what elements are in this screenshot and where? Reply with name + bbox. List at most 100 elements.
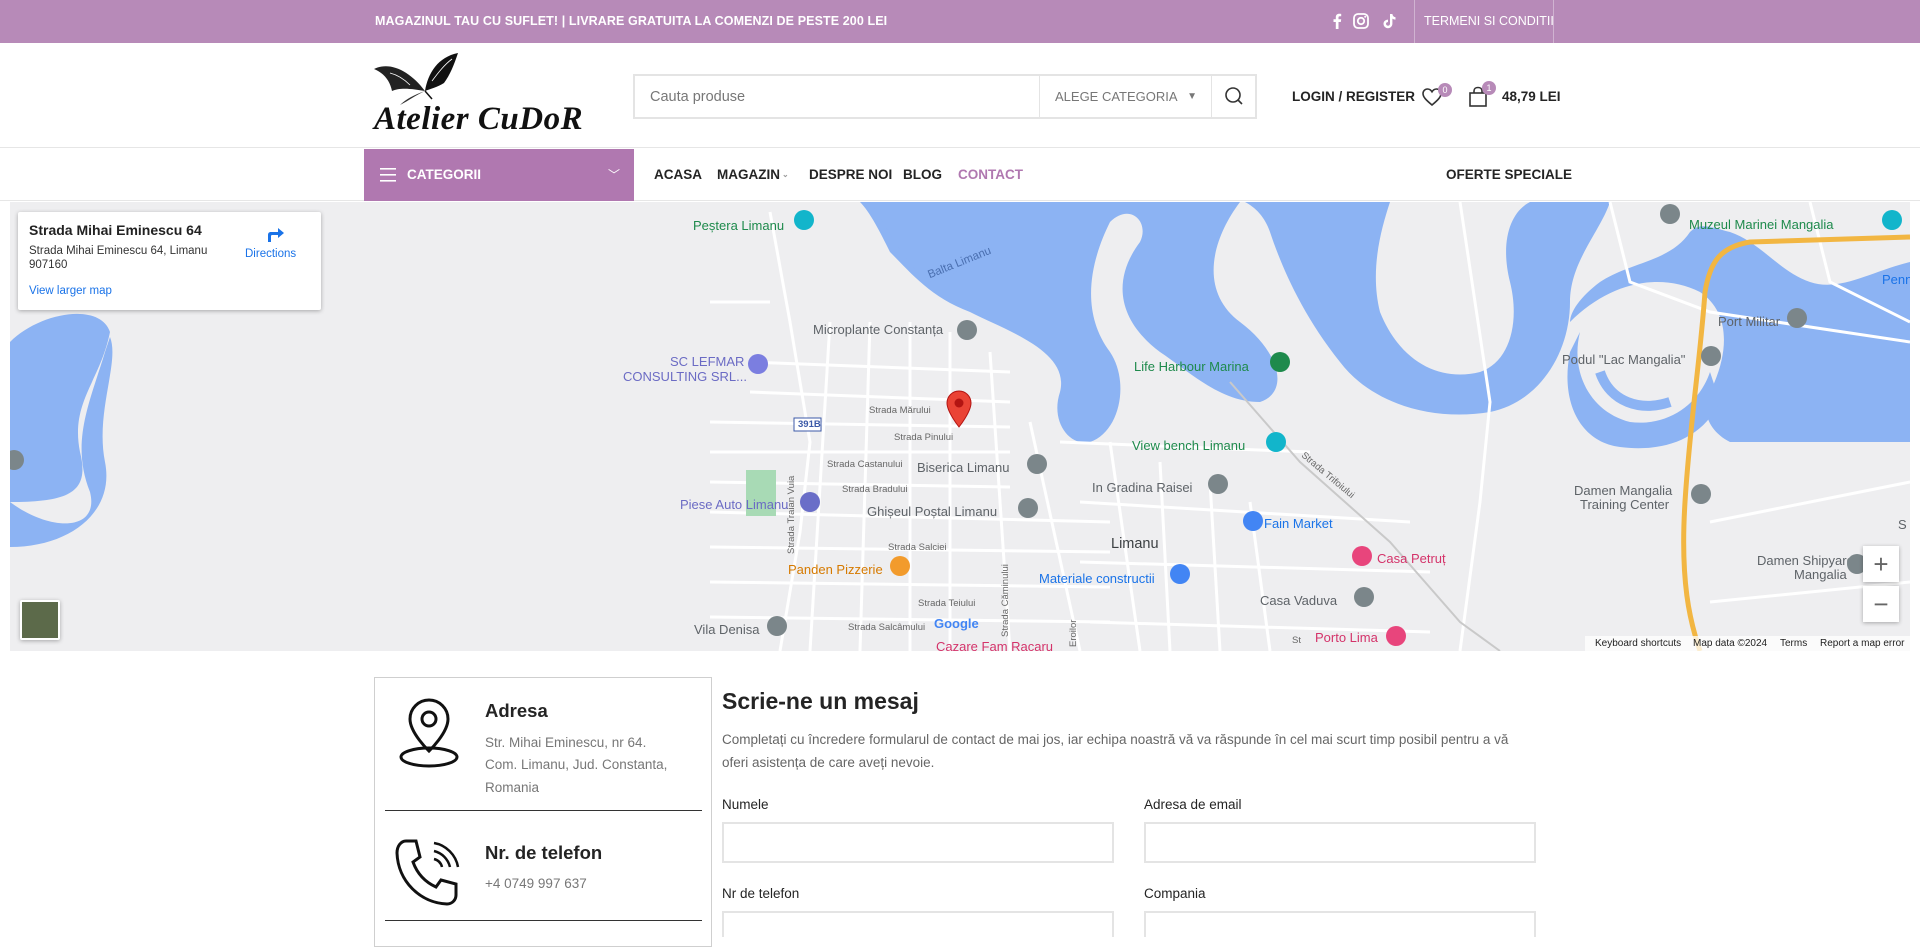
marina-pin-icon[interactable] [1270,352,1290,372]
divider [385,920,702,921]
map-label[interactable]: Training Center [1580,497,1669,512]
nav-contact[interactable]: CONTACT [958,149,1023,201]
map-label[interactable]: Piese Auto Limanu [680,497,788,512]
category-select[interactable]: ALEGE CATEGORIA ▼ [1039,76,1211,117]
category-select-label: ALEGE CATEGORIA [1055,89,1178,104]
name-field[interactable] [722,822,1114,863]
street-label: Strada Castanului [827,459,903,470]
map-label[interactable]: Peștera Limanu [693,218,784,233]
wishlist-count-badge: 0 [1438,83,1452,97]
camera-pin-icon[interactable] [1266,432,1286,452]
place-pin-icon[interactable] [1691,484,1711,504]
map-label[interactable]: Biserica Limanu [917,460,1010,475]
street-label: Strada Traian Vuia [786,475,797,554]
zoom-in-button[interactable]: + [1863,546,1899,582]
nav-acasa[interactable]: ACASA [654,149,702,201]
map-label[interactable]: Damen Shipyards [1757,553,1860,568]
map-label[interactable]: In Gradina Raisei [1092,480,1192,495]
nav-despre-noi[interactable]: DESPRE NOI [809,149,892,201]
map-label[interactable]: SC LEFMAR [670,354,744,369]
map-label[interactable]: Damen Mangalia [1574,483,1672,498]
camera-pin-icon[interactable] [794,210,814,230]
google-logo: Google [934,616,979,631]
street-label: Strada Salciei [888,542,947,553]
place-pin-icon[interactable] [957,320,977,340]
bolt-pin-icon[interactable] [748,354,768,374]
place-pin-icon[interactable] [1208,474,1228,494]
view-larger-map-link[interactable]: View larger map [29,285,112,297]
search-input[interactable] [635,76,1039,117]
map-label[interactable]: Cazare Fam Racaru [936,639,1053,651]
map-label[interactable]: Mangalia [1794,567,1847,582]
wishlist-button[interactable]: 0 [1420,83,1452,109]
facebook-icon[interactable] [1328,12,1346,30]
company-field[interactable] [1144,911,1536,937]
map-label[interactable]: Ghișeul Poștal Limanu [867,504,997,519]
map-terms-link[interactable]: Terms [1780,637,1807,651]
instagram-icon[interactable] [1352,12,1370,30]
satellite-toggle[interactable] [20,600,60,640]
phone-field[interactable] [722,911,1114,937]
logo-text: Atelier CuDoR [374,101,584,137]
parking-pin-icon[interactable] [800,492,820,512]
map-label[interactable]: View bench Limanu [1132,438,1245,453]
hotel-pin-icon[interactable] [1352,546,1372,566]
promo-text: MAGAZINUL TAU CU SUFLET! | LIVRARE GRATU… [375,14,888,28]
museum-pin-icon[interactable] [1660,204,1680,224]
map-label[interactable]: Podul "Lac Mangalia" [1562,352,1685,367]
nav-oferte-speciale[interactable]: OFERTE SPECIALE [1446,149,1572,201]
map-label[interactable]: Vila Denisa [694,622,760,637]
email-field[interactable] [1144,822,1536,863]
street-label: Strada Pinului [894,432,954,443]
location-marker-icon[interactable] [946,390,972,428]
map-label[interactable]: Penn [1882,272,1910,287]
map-label[interactable]: Casa Petruț [1377,551,1446,566]
map-label[interactable]: Fain Market [1264,516,1333,531]
directions-icon[interactable] [264,224,286,246]
shopping-pin-icon[interactable] [1170,564,1190,584]
divider [1414,0,1415,43]
place-pin-icon[interactable] [1354,587,1374,607]
museum-pin-icon[interactable] [1882,210,1902,230]
map-label[interactable]: Porto Lima [1315,630,1378,645]
map-label[interactable]: Materiale constructii [1039,571,1155,586]
place-pin-icon[interactable] [1027,454,1047,474]
cart-button[interactable]: 1 [1466,81,1496,109]
terms-link[interactable]: TERMENI SI CONDITII [1424,0,1554,43]
shopping-cart-pin-icon[interactable] [1243,511,1263,531]
search-button[interactable] [1211,76,1255,117]
map-label[interactable]: Port Militar [1718,314,1780,329]
tiktok-icon[interactable] [1380,12,1398,30]
login-register-link[interactable]: LOGIN / REGISTER [1292,86,1415,108]
map-label[interactable]: Microplante Constanța [813,322,943,337]
categories-dropdown-button[interactable]: CATEGORII ﹀ [364,149,634,201]
town-label: Limanu [1111,536,1159,552]
top-bar: MAGAZINUL TAU CU SUFLET! | LIVRARE GRATU… [0,0,1920,43]
map-data-label: Map data ©2024 [1693,638,1768,649]
restaurant-pin-icon[interactable] [890,556,910,576]
cart-total[interactable]: 48,79 LEI [1502,86,1561,108]
zoom-out-button[interactable]: − [1863,586,1899,622]
map-label[interactable]: Muzeul Marinei Mangalia [1689,217,1834,232]
map-label[interactable]: Casa Vaduva [1260,593,1337,608]
main-nav: CATEGORII ﹀ ACASA MAGAZIN ⌄ DESPRE NOI BL… [0,149,1920,201]
place-pin-icon[interactable] [767,616,787,636]
keyboard-shortcuts-link[interactable]: Keyboard shortcuts [1595,637,1681,651]
phone-number: +4 0749 997 637 [485,876,587,891]
place-pin-icon[interactable] [1787,308,1807,328]
map-label[interactable]: Panden Pizzerie [788,562,883,577]
nav-blog[interactable]: BLOG [903,149,942,201]
nav-magazin[interactable]: MAGAZIN ⌄ [717,149,789,201]
directions-link[interactable]: Directions [245,248,296,260]
google-map[interactable]: Strada Mihai Eminescu 64 Strada Mihai Em… [10,202,1910,651]
hotel-pin-icon[interactable] [1386,626,1406,646]
mail-pin-icon[interactable] [1018,498,1038,518]
map-label[interactable]: Life Harbour Marina [1134,359,1249,374]
map-place-address: Strada Mihai Eminescu 64, Limanu 907160 [29,245,208,271]
name-label: Numele [722,797,769,812]
search-icon [1225,87,1243,105]
place-pin-icon[interactable] [1701,346,1721,366]
map-label[interactable]: CONSULTING SRL... [623,369,747,384]
report-map-error-link[interactable]: Report a map error [1820,637,1904,651]
phone-label: Nr de telefon [722,886,800,901]
